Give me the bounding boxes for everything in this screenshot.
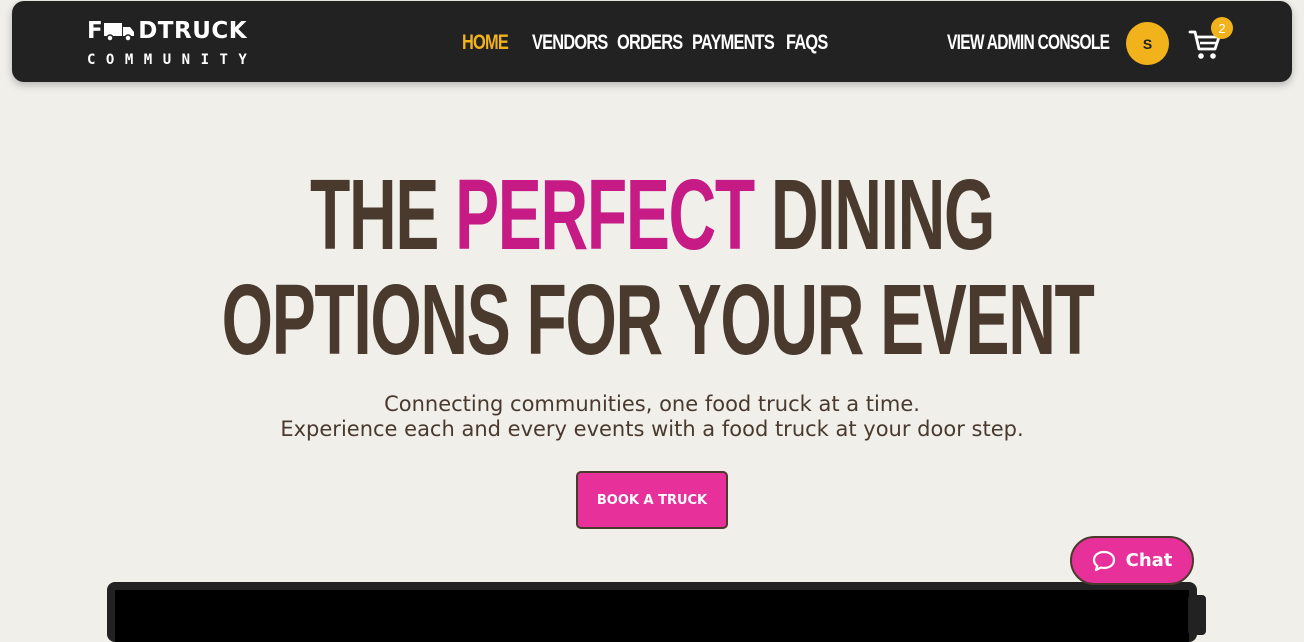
chat-label: Chat [1125,550,1173,571]
nav-item-payments[interactable]: PAYMENTS [692,29,775,57]
hero-title-line-2: OPTIONS FOR YOUR EVENT [221,264,1095,376]
book-a-truck-button[interactable]: BOOK A TRUCK [576,471,728,529]
hero-subtitle-line-1: Connecting communities, one food truck a… [384,392,920,416]
video-player[interactable] [115,590,1189,642]
nav-item-payments-wrap: PAYMENTS [692,29,786,57]
nav-item-orders[interactable]: ORDERS [617,29,683,57]
hero-title-the: THE [310,159,456,271]
nav-item-faqs-wrap: FAQS [786,29,836,57]
hero-title: THE PERFECT DINING OPTIONS FOR YOUR EVEN… [0,163,1304,373]
cart-count-badge: 2 [1211,17,1233,39]
logo-subtitle: COMMUNITY [87,52,258,68]
chat-bubble-icon [1092,550,1115,571]
top-navbar: F DTRUCK COMMUNITY HOME VENDORS ORDERS P… [12,1,1292,82]
logo-wordmark: F DTRUCK [87,18,247,44]
truck-icon [104,23,135,42]
hero-title-dining: DINING [753,159,995,271]
nav-item-vendors[interactable]: VENDORS [532,29,608,57]
logo-letters-dtruck: DTRUCK [138,18,248,44]
nav-item-home-wrap: HOME [462,29,532,57]
site-logo[interactable]: F DTRUCK COMMUNITY [87,18,267,70]
logo-letter-f: F [87,18,104,44]
hero-subtitle-line-2: Experience each and every events with a … [280,417,1024,441]
view-admin-console-link[interactable]: VIEW ADMIN CONSOLE [947,29,1110,57]
main-nav: HOME VENDORS ORDERS PAYMENTS FAQS [462,29,836,57]
nav-item-home[interactable]: HOME [462,29,509,57]
hero-title-line-1: THE PERFECT DINING [222,163,1083,268]
nav-item-orders-wrap: ORDERS [617,29,692,57]
nav-item-vendors-wrap: VENDORS [532,29,617,57]
video-frame [107,582,1197,642]
chat-button[interactable]: Chat [1070,536,1194,585]
video-frame-edge [1188,595,1206,635]
nav-item-faqs[interactable]: FAQS [786,29,828,57]
user-avatar[interactable]: S [1126,22,1169,65]
hero-subtitle: Connecting communities, one food truck a… [0,392,1304,442]
hero-title-accent: PERFECT [455,159,755,271]
